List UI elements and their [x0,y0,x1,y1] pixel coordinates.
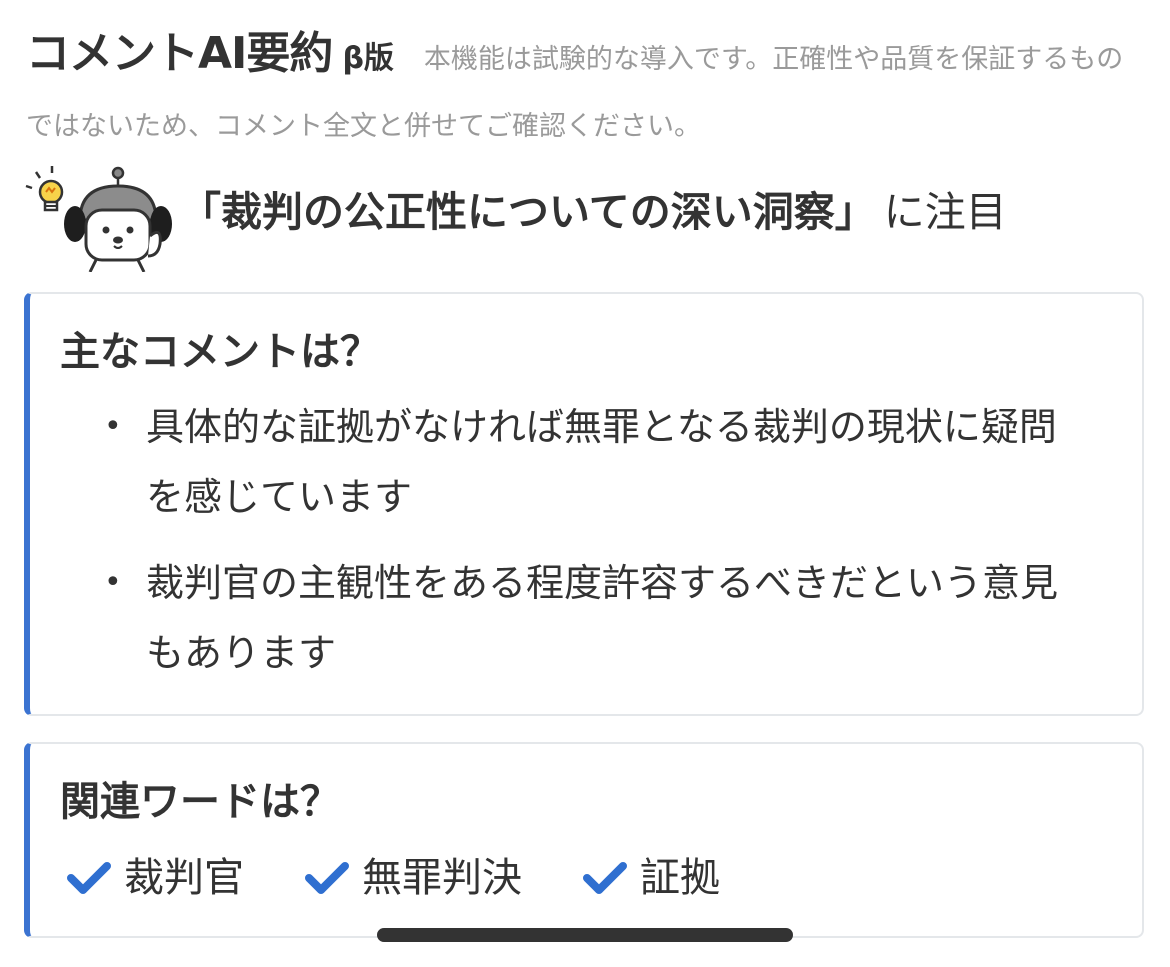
related-word-chip[interactable]: 無罪判決 [304,848,522,908]
focus-row: 「裁判の公正性についての深い洞察」 に注目 [22,162,1152,272]
focus-topic: 「裁判の公正性についての深い洞察」 [180,188,876,236]
list-item: • 裁判官の主観性をある程度許容するべきだという意見もあります [104,548,1094,688]
related-word-label: 裁判官 [124,855,244,901]
home-indicator[interactable] [377,928,793,942]
related-word-label: 無罪判決 [362,855,522,901]
beta-badge: β版 [342,41,394,76]
list-item: • 具体的な証拠がなければ無罪となる裁判の現状に疑問を感じています [104,392,1094,532]
related-word-chip[interactable]: 証拠 [582,848,720,908]
check-icon [305,862,349,894]
summary-header: コメントAI要約 β版 本機能は試験的な導入です。正確性や品質を保証するものではない… [26,22,1146,162]
comment-text: 具体的な証拠がなければ無罪となる裁判の現状に疑問を感じています [146,405,1057,519]
related-words-card: 関連ワードは？ 裁判官 無罪判決 証拠 [24,742,1144,938]
bullet-icon: • [104,565,122,600]
page-title: コメントAI要約 [26,28,333,79]
related-word-label: 証拠 [640,855,720,901]
main-comments-heading: 主なコメントは？ [60,329,380,375]
focus-statement: 「裁判の公正性についての深い洞察」 に注目 [180,180,1007,244]
comment-text: 裁判官の主観性をある程度許容するべきだという意見もあります [146,561,1059,675]
related-words-list: 裁判官 無罪判決 証拠 [66,848,780,908]
related-words-heading: 関連ワードは？ [60,779,340,825]
lightbulb-icon [25,166,64,212]
main-comments-list: • 具体的な証拠がなければ無罪となる裁判の現状に疑問を感じています • 裁判官の… [104,392,1094,704]
related-word-chip[interactable]: 裁判官 [66,848,244,908]
robot-dog-mascot-icon [25,166,172,272]
main-comments-card: 主なコメントは？ • 具体的な証拠がなければ無罪となる裁判の現状に疑問を感じてい… [24,292,1144,716]
bullet-icon: • [104,409,122,444]
check-icon [67,862,111,894]
focus-suffix: に注目 [883,188,1007,236]
check-icon [583,862,627,894]
